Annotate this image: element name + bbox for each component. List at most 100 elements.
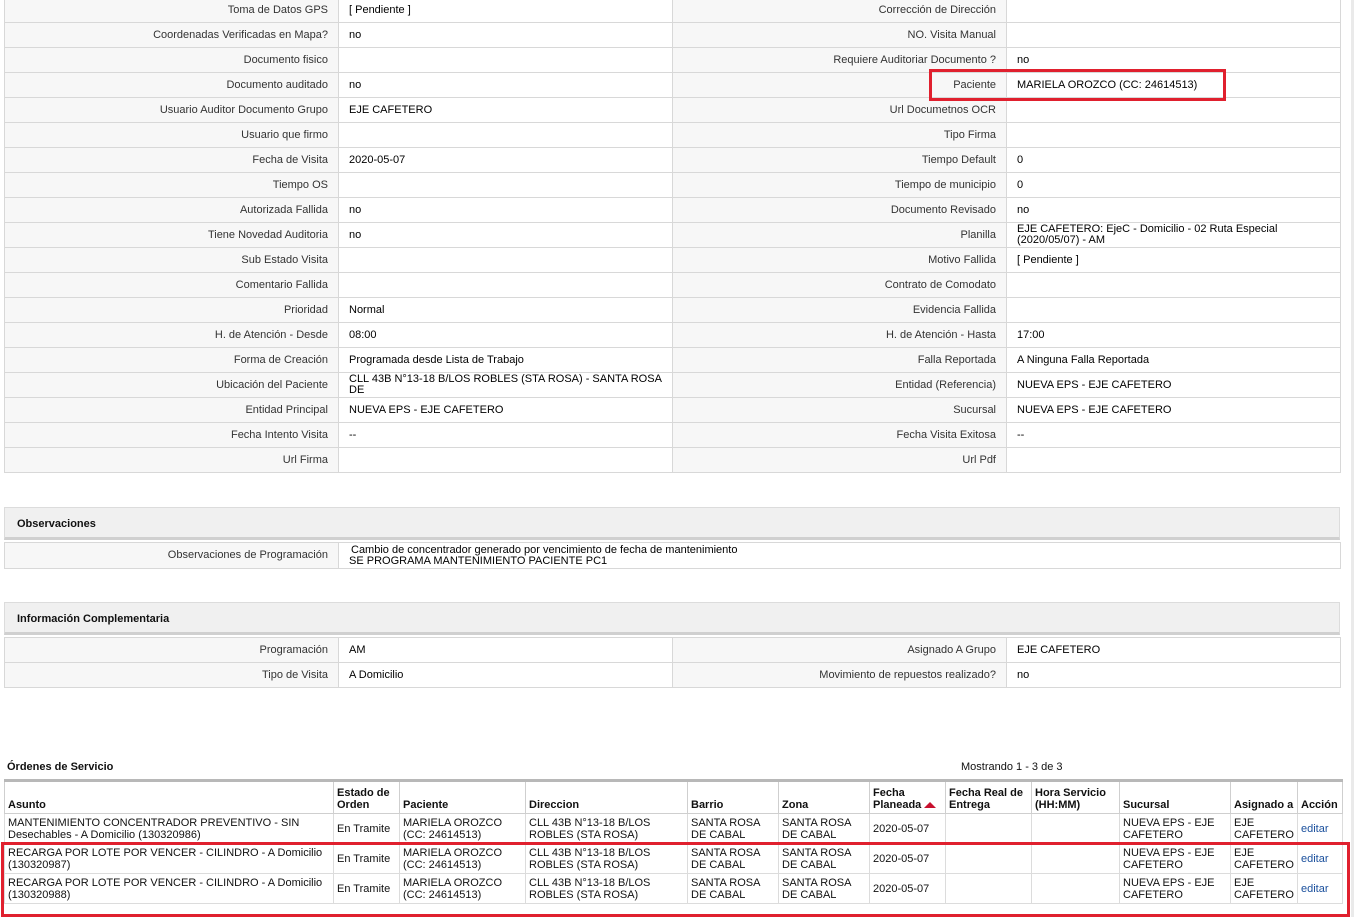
ordenes-column-header[interactable]: Fecha Real de Entrega: [945, 779, 1032, 814]
detail-label: Fecha de Visita: [4, 147, 339, 173]
detail-row: Usuario que firmo Tipo Firma: [4, 122, 1341, 148]
detail-label: Contrato de Comodato: [672, 272, 1007, 298]
editar-link[interactable]: editar: [1297, 873, 1343, 904]
observaciones-line-2: SE PROGRAMA MANTENIMIENTO PACIENTE PC1: [349, 554, 608, 567]
ordenes-cell-paciente: MARIELA OROZCO (CC: 24614513): [399, 813, 526, 844]
detail-value: [1006, 122, 1341, 148]
ordenes-body: MANTENIMIENTO CONCENTRADOR PREVENTIVO - …: [4, 813, 1343, 904]
detail-row: Prioridad Normal Evidencia Fallida: [4, 297, 1341, 323]
detail-row: Forma de Creación Programada desde Lista …: [4, 347, 1341, 373]
ordenes-cell-hora: [1031, 873, 1120, 904]
editar-link[interactable]: editar: [1297, 843, 1343, 874]
ordenes-cell-real: [945, 843, 1032, 874]
detail-label: Motivo Fallida: [672, 247, 1007, 273]
ordenes-column-label: Acción: [1301, 799, 1338, 811]
detail-row: Coordenadas Verificadas en Mapa? no NO. V…: [4, 22, 1341, 48]
detail-label: Forma de Creación: [4, 347, 339, 373]
ordenes-cell-real: [945, 813, 1032, 844]
ordenes-column-header[interactable]: Hora Servicio (HH:MM): [1031, 779, 1120, 814]
ordenes-column-header[interactable]: Paciente: [399, 779, 526, 814]
visit-details-table: Toma de Datos GPS[ Pendiente ] Corrección…: [4, 0, 1341, 473]
detail-value: no: [338, 197, 673, 223]
complementaria-header: Información Complementaria: [4, 602, 1340, 635]
detail-label: Coordenadas Verificadas en Mapa?: [4, 22, 339, 48]
observaciones-line-1: Cambio de concentrador generado por venc…: [351, 543, 738, 556]
ordenes-cell-asunto: RECARGA POR LOTE POR VENCER - CILINDRO -…: [4, 843, 334, 874]
detail-label: Documento Revisado: [672, 197, 1007, 223]
detail-row: Fecha Intento Visita -- Fecha Visita Exit…: [4, 422, 1341, 448]
ordenes-cell-real: [945, 873, 1032, 904]
ordenes-column-header[interactable]: Barrio: [687, 779, 779, 814]
detail-row: Usuario Auditor Documento Grupo EJE CAFET…: [4, 97, 1341, 123]
detail-value: CLL 43B N°13-18 B/LOS ROBLES (STA ROSA) …: [338, 372, 673, 398]
detail-value: no: [338, 72, 673, 98]
ordenes-table-row: MANTENIMIENTO CONCENTRADOR PREVENTIVO - …: [4, 813, 1343, 844]
detail-label: Requiere Auditoriar Documento ?: [672, 47, 1007, 73]
detail-value: 0: [1006, 147, 1341, 173]
complementaria-label: Movimiento de repuestos realizado?: [672, 662, 1007, 688]
detail-value: [1006, 97, 1341, 123]
complementaria-row: Tipo de Visita A Domicilio Movimiento de r…: [4, 662, 1341, 688]
detail-value: NUEVA EPS - EJE CAFETERO: [338, 397, 673, 423]
detail-label: Tipo Firma: [672, 122, 1007, 148]
ordenes-column-header[interactable]: Zona: [778, 779, 870, 814]
ordenes-column-header[interactable]: Fecha Planeada: [869, 779, 946, 814]
ordenes-column-header[interactable]: Asunto: [4, 779, 334, 814]
detail-row: Ubicación del Paciente CLL 43B N°13-18 B/…: [4, 372, 1341, 398]
ordenes-cell-hora: [1031, 813, 1120, 844]
detail-value: [338, 47, 673, 73]
ordenes-column-header[interactable]: Acción: [1297, 779, 1343, 814]
detail-value: [ Pendiente ]: [338, 0, 673, 23]
ordenes-column-header[interactable]: Sucursal: [1119, 779, 1231, 814]
detail-label: Tiempo OS: [4, 172, 339, 198]
detail-label: Fecha Intento Visita: [4, 422, 339, 448]
ordenes-header-row: Asunto Estado de Orden Paciente Direccion Ba…: [4, 779, 1343, 814]
ordenes-cell-fecha: 2020-05-07: [869, 813, 946, 844]
detail-row: Fecha de Visita 2020-05-07 Tiempo Default…: [4, 147, 1341, 173]
detail-label: Documento fisico: [4, 47, 339, 73]
observaciones-row: Observaciones de Programación Cambio de …: [4, 542, 1341, 569]
detail-label: Usuario que firmo: [4, 122, 339, 148]
detail-value: [1006, 22, 1341, 48]
ordenes-cell-sucursal: NUEVA EPS - EJE CAFETERO: [1119, 843, 1231, 874]
ordenes-cell-paciente: MARIELA OROZCO (CC: 24614513): [399, 843, 526, 874]
detail-value: [ Pendiente ]: [1006, 247, 1341, 273]
detail-label: Fecha Visita Exitosa: [672, 422, 1007, 448]
editar-link[interactable]: editar: [1297, 813, 1343, 844]
ordenes-column-header[interactable]: Direccion: [525, 779, 688, 814]
detail-row: H. de Atención - Desde 08:00 H. de Atenció…: [4, 322, 1341, 348]
ordenes-table-row: RECARGA POR LOTE POR VENCER - CILINDRO -…: [4, 843, 1343, 874]
detail-label: Falla Reportada: [672, 347, 1007, 373]
ordenes-cell-fecha: 2020-05-07: [869, 873, 946, 904]
detail-value: [338, 122, 673, 148]
ordenes-cell-asignado: EJE CAFETERO: [1230, 843, 1298, 874]
detail-value: [1006, 0, 1341, 23]
ordenes-cell-direccion: CLL 43B N°13-18 B/LOS ROBLES (STA ROSA): [525, 873, 688, 904]
detail-label: Url Firma: [4, 447, 339, 473]
ordenes-cell-asunto: MANTENIMIENTO CONCENTRADOR PREVENTIVO - …: [4, 813, 334, 844]
ordenes-cell-direccion: CLL 43B N°13-18 B/LOS ROBLES (STA ROSA): [525, 813, 688, 844]
ordenes-cell-fecha: 2020-05-07: [869, 843, 946, 874]
detail-label: Evidencia Fallida: [672, 297, 1007, 323]
ordenes-column-label: Asunto: [8, 799, 46, 811]
detail-value: no: [1006, 197, 1341, 223]
detail-row: Toma de Datos GPS[ Pendiente ] Corrección…: [4, 0, 1341, 23]
ordenes-title: Órdenes de Servicio: [7, 761, 114, 773]
detail-label: Tiempo de municipio: [672, 172, 1007, 198]
detail-value: Normal: [338, 297, 673, 323]
detail-row: Entidad Principal NUEVA EPS - EJE CAFETER…: [4, 397, 1341, 423]
ordenes-cell-paciente: MARIELA OROZCO (CC: 24614513): [399, 873, 526, 904]
detail-row: Comentario Fallida Contrato de Comodato: [4, 272, 1341, 298]
ordenes-cell-estado: En Tramite: [333, 873, 400, 904]
ordenes-cell-asunto: RECARGA POR LOTE POR VENCER - CILINDRO -…: [4, 873, 334, 904]
ordenes-cell-direccion: CLL 43B N°13-18 B/LOS ROBLES (STA ROSA): [525, 843, 688, 874]
detail-value: no: [1006, 47, 1341, 73]
ordenes-cell-sucursal: NUEVA EPS - EJE CAFETERO: [1119, 873, 1231, 904]
ordenes-cell-hora: [1031, 843, 1120, 874]
detail-value: EJE CAFETERO: [338, 97, 673, 123]
detail-value: [338, 447, 673, 473]
ordenes-column-header[interactable]: Estado de Orden: [333, 779, 400, 814]
ordenes-column-header[interactable]: Asignado a: [1230, 779, 1298, 814]
ordenes-column-label: Direccion: [529, 799, 580, 811]
detail-value: MARIELA OROZCO (CC: 24614513): [1006, 72, 1341, 98]
